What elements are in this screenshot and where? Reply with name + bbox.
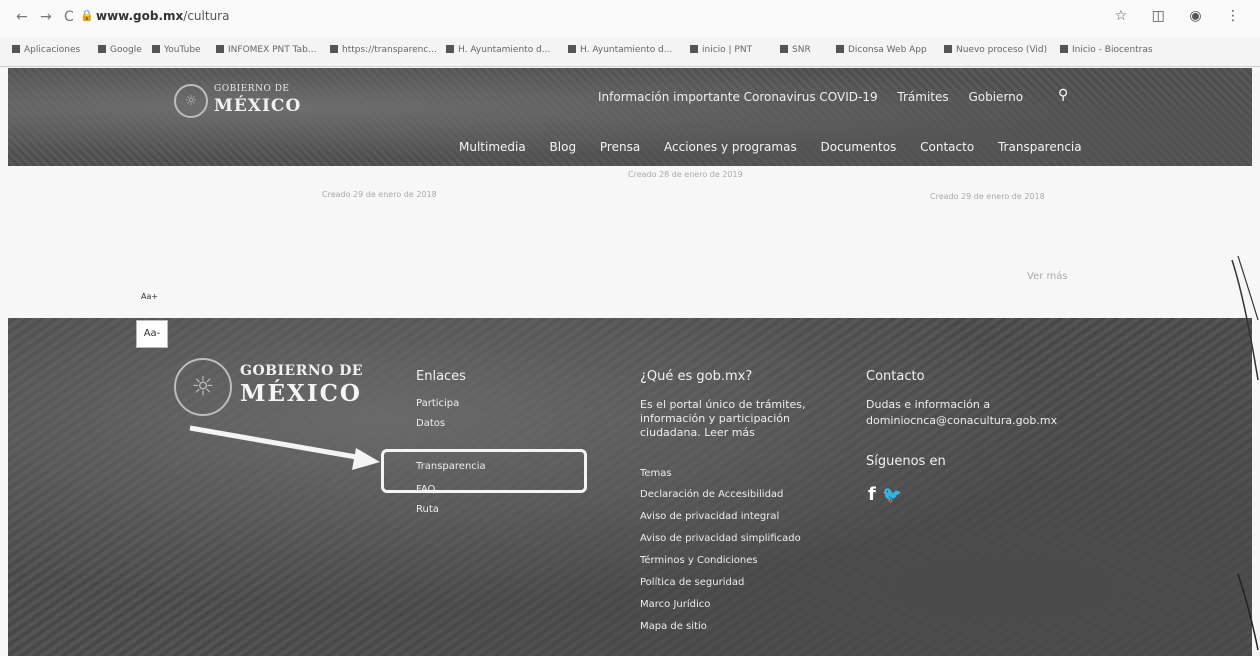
main-nav: Multimedia Blog Prensa Acciones y progra… bbox=[459, 140, 1102, 154]
seal-icon: ☼ bbox=[174, 84, 208, 118]
social-links: f 🐦 bbox=[868, 484, 902, 505]
bookmark-item[interactable]: Inicio - Biocentras bbox=[1060, 45, 1153, 55]
footer-logo[interactable]: ☼ GOBIERNO DE MÉXICO bbox=[174, 358, 374, 428]
nav-prensa[interactable]: Prensa bbox=[600, 140, 640, 154]
forward-icon[interactable]: → bbox=[40, 9, 52, 25]
bookmark-item[interactable]: Nuevo proceso (Vid) bbox=[944, 45, 1047, 55]
pen-mark bbox=[1237, 255, 1259, 321]
nav-documentos[interactable]: Documentos bbox=[821, 140, 897, 154]
reload-icon[interactable]: C bbox=[64, 9, 74, 25]
font-decrease-button[interactable]: Aa- bbox=[136, 320, 168, 348]
about-title: ¿Qué es gob.mx? bbox=[640, 369, 753, 384]
date-label: Creado 28 de enero de 2019 bbox=[628, 170, 743, 179]
legal-link-marco-juridico[interactable]: Marco Jurídico bbox=[640, 599, 710, 610]
top-links: Información importante Coronavirus COVID… bbox=[598, 90, 1039, 104]
site-footer: ☼ GOBIERNO DE MÉXICO bbox=[8, 318, 1252, 656]
nav-multimedia[interactable]: Multimedia bbox=[459, 140, 526, 154]
search-icon[interactable]: ⚲ bbox=[1058, 87, 1068, 103]
font-increase-button[interactable]: Aa+ bbox=[141, 292, 158, 301]
links-title: Enlaces bbox=[416, 369, 466, 384]
footer-link-ruta[interactable]: Ruta bbox=[416, 504, 439, 515]
legal-link-privacidad-simplificado[interactable]: Aviso de privacidad simplificado bbox=[640, 533, 801, 544]
about-text: Es el portal único de trámites, informac… bbox=[640, 398, 806, 439]
legal-link-mapa-sitio[interactable]: Mapa de sitio bbox=[640, 621, 707, 632]
bookmark-item[interactable]: H. Ayuntamiento d... bbox=[568, 45, 672, 55]
bookmark-item[interactable]: https://transparenc... bbox=[330, 45, 437, 55]
gobierno-link[interactable]: Gobierno bbox=[968, 90, 1023, 104]
legal-link-temas[interactable]: Temas bbox=[640, 468, 672, 479]
covid-link[interactable]: Información importante Coronavirus COVID… bbox=[598, 90, 878, 104]
site-header: ☼ GOBIERNO DE MÉXICO Información importa… bbox=[8, 68, 1252, 166]
tramites-link[interactable]: Trámites bbox=[897, 90, 948, 104]
footer-link-datos[interactable]: Datos bbox=[416, 418, 445, 429]
contact-text: Dudas e información a bbox=[866, 398, 991, 411]
bookmark-item[interactable]: Google bbox=[98, 45, 142, 55]
nav-transparencia[interactable]: Transparencia bbox=[998, 140, 1082, 154]
date-label: Creado 29 de enero de 2018 bbox=[930, 192, 1045, 201]
contact-email-link[interactable]: dominiocnca@conacultura.gob.mx bbox=[866, 414, 1057, 428]
footer-logo-line1: GOBIERNO DE bbox=[240, 363, 364, 379]
bookmark-item[interactable]: Diconsa Web App bbox=[836, 45, 927, 55]
nav-contacto[interactable]: Contacto bbox=[920, 140, 974, 154]
bookmark-item[interactable]: SNR bbox=[780, 45, 811, 55]
footer-link-participa[interactable]: Participa bbox=[416, 398, 459, 409]
bookmark-item[interactable]: H. Ayuntamiento d... bbox=[446, 45, 550, 55]
contact-title: Contacto bbox=[866, 369, 925, 384]
bookmark-item[interactable]: YouTube bbox=[152, 45, 201, 55]
browser-toolbar: ← → C 🔒 www.gob.mx/cultura ☆ ◫ ◉ ⋮ bbox=[0, 0, 1260, 39]
legal-link-privacidad-integral[interactable]: Aviso de privacidad integral bbox=[640, 511, 779, 522]
twitter-icon[interactable]: 🐦 bbox=[882, 485, 902, 504]
browser-actions[interactable]: ☆ ◫ ◉ ⋮ bbox=[1115, 8, 1250, 24]
nav-blog[interactable]: Blog bbox=[550, 140, 577, 154]
seal-icon: ☼ bbox=[174, 358, 232, 416]
address-bar[interactable]: www.gob.mx/cultura bbox=[96, 9, 229, 23]
bookmarks-bar: Aplicaciones Google YouTube INFOMEX PNT … bbox=[0, 38, 1260, 67]
lock-icon: 🔒 bbox=[80, 9, 94, 22]
back-icon[interactable]: ← bbox=[16, 9, 28, 25]
facebook-icon[interactable]: f bbox=[868, 484, 876, 505]
gobierno-logo[interactable]: ☼ GOBIERNO DE MÉXICO bbox=[174, 82, 314, 126]
highlight-box bbox=[381, 449, 587, 493]
footer-logo-line2: MÉXICO bbox=[240, 380, 362, 407]
legal-link-seguridad[interactable]: Política de seguridad bbox=[640, 577, 744, 588]
legal-link-terminos[interactable]: Términos y Condiciones bbox=[640, 555, 758, 566]
bookmark-item[interactable]: INFOMEX PNT Tab... bbox=[216, 45, 316, 55]
date-label: Creado 29 de enero de 2018 bbox=[322, 190, 437, 199]
nav-acciones[interactable]: Acciones y programas bbox=[664, 140, 797, 154]
logo-line1: GOBIERNO DE bbox=[214, 84, 290, 94]
bookmark-item[interactable]: Aplicaciones bbox=[12, 45, 80, 55]
logo-line2: MÉXICO bbox=[214, 96, 302, 116]
follow-title: Síguenos en bbox=[866, 454, 946, 469]
bookmark-item[interactable]: inicio | PNT bbox=[690, 45, 752, 55]
legal-link-accesibilidad[interactable]: Declaración de Accesibilidad bbox=[640, 489, 783, 500]
see-more-link[interactable]: Ver más bbox=[1027, 271, 1068, 282]
